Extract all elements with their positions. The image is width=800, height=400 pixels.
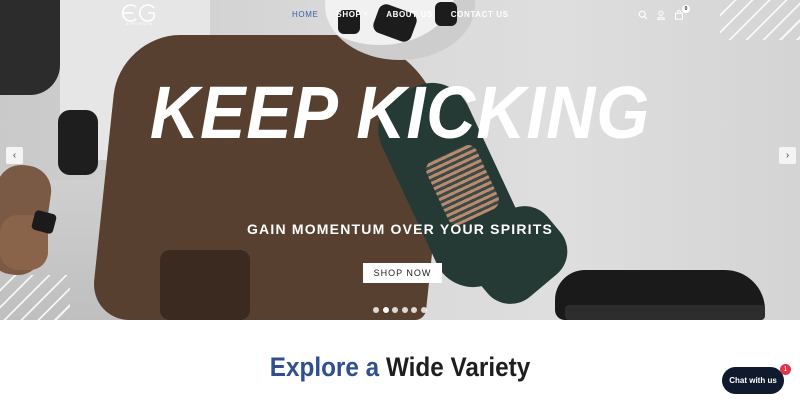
page: KEEP KICKING GAIN MOMENTUM OVER YOUR SPI… (0, 0, 800, 400)
boot-sole (565, 305, 765, 320)
chat-label: Chat with us (729, 376, 777, 385)
slider-dot[interactable] (420, 307, 427, 313)
main-nav: HOME SHOP ˅ ABOUT US CONTACT US (292, 10, 527, 19)
logo-text: SUPERGYM (125, 21, 153, 26)
slider-prev-button[interactable]: ‹ (6, 147, 23, 164)
chevron-right-icon: › (785, 150, 790, 161)
cart-count-badge: 0 (682, 5, 690, 13)
nav-item-home[interactable]: HOME (292, 10, 318, 19)
chat-button[interactable]: Chat with us (722, 367, 784, 394)
hero-subtitle: GAIN MOMENTUM OVER YOUR SPIRITS (246, 221, 554, 237)
slider-dot[interactable] (401, 307, 408, 313)
slider-dot[interactable] (392, 307, 398, 313)
player-shorts-shadow (160, 250, 250, 320)
nav-item-label: ABOUT US (386, 10, 433, 19)
slider-next-button[interactable]: › (779, 147, 796, 164)
site-header: SUPERGYM HOME SHOP ˅ ABOUT US CONTACT US (0, 0, 800, 32)
nav-item-about[interactable]: ABOUT US (386, 10, 433, 19)
search-icon (638, 10, 648, 20)
section-title-part1: Explore a (269, 352, 380, 382)
chevron-down-icon: ˅ (363, 11, 369, 18)
chevron-left-icon: ‹ (12, 150, 17, 161)
slider-dot[interactable] (373, 307, 379, 313)
search-button[interactable] (636, 8, 650, 22)
section-title-part2: Wide Variety (385, 352, 531, 382)
nav-item-label: SHOP (336, 10, 362, 19)
nav-item-label: CONTACT US (450, 10, 509, 19)
shop-now-button[interactable]: SHOP NOW (363, 263, 442, 283)
section-title: Explore a Wide Variety (40, 352, 760, 383)
hero-title: KEEP KICKING (149, 71, 651, 154)
account-button[interactable] (654, 8, 668, 22)
header-icons: 0 (636, 5, 690, 22)
decorative-lines (0, 275, 70, 320)
slider-dots (373, 307, 430, 313)
eg-monogram-icon (121, 4, 155, 22)
cart-button[interactable]: 0 (672, 5, 690, 22)
user-icon (656, 10, 666, 20)
hero-banner: KEEP KICKING GAIN MOMENTUM OVER YOUR SPI… (0, 0, 800, 320)
nav-item-contact[interactable]: CONTACT US (451, 10, 509, 19)
nav-item-shop[interactable]: SHOP ˅ (336, 10, 368, 19)
slider-dot[interactable] (411, 307, 417, 313)
slider-dot-active[interactable] (382, 307, 389, 313)
nav-item-label: HOME (292, 10, 319, 19)
chat-notification-badge: 1 (780, 364, 791, 375)
